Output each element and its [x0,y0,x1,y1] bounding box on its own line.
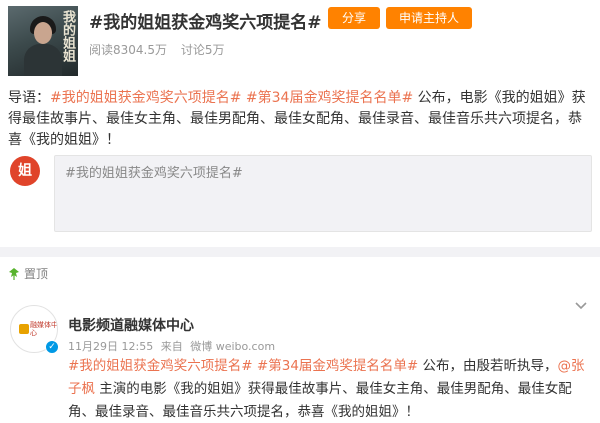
cover-body [24,44,62,76]
post-text-2: 主演的电影《我的姐姐》获得最佳故事片、最佳女主角、最佳男配角、最佳女配角、最佳录… [68,381,572,420]
author-name[interactable]: 电影频道融媒体中心 [68,315,194,335]
post-input-text: #我的姐姐获金鸡奖六项提名# [65,166,243,181]
post-source-prefix: 来自 [160,340,183,353]
cover-face [34,22,52,44]
topic-cover-image: 我的姐姐 [8,6,78,76]
logo-mark [19,324,29,334]
guide-prefix: 导语： [8,90,50,106]
post-input[interactable]: #我的姐姐获金鸡奖六项提名# [54,155,592,232]
verified-icon: ✓ [45,340,59,354]
avatar-logo-text: 融媒体中心 [30,321,58,337]
guide-hashtag-link[interactable]: #我的姐姐获金鸡奖六项提名# [50,90,241,106]
read-count: 阅读8304.5万 [89,43,167,57]
section-divider [0,247,600,257]
post-text-1: 公布，由殷若昕执导， [422,358,558,374]
post-body: #我的姐姐获金鸡奖六项提名# #第34届金鸡奖提名名单# 公布，由殷若昕执导，@… [68,355,592,423]
pinned-label: 置顶 [24,267,49,281]
guide-hashtag-link-2[interactable]: #第34届金鸡奖提名名单# [246,90,413,106]
discussion-count: 讨论5万 [180,43,225,57]
post-hashtag-link[interactable]: #我的姐姐获金鸡奖六项提名# [68,358,253,374]
topic-stats: 阅读8304.5万 讨论5万 [89,41,234,58]
pinned-indicator: 置顶 [8,265,48,282]
cover-title-text: 我的姐姐 [60,10,75,62]
post-hashtag-link-2[interactable]: #第34届金鸡奖提名名单# [257,358,418,374]
post-meta: 11月29日 12:55 来自 微博 weibo.com [68,338,279,354]
apply-host-button[interactable]: 申请主持人 [386,7,472,29]
pin-icon [9,268,19,280]
share-button[interactable]: 分享 [328,7,380,29]
topic-title: #我的姐姐获金鸡奖六项提名# [89,13,322,33]
topic-header: 我的姐姐 #我的姐姐获金鸡奖六项提名# 分享 申请主持人 阅读8304.5万 讨… [0,0,600,90]
post-time[interactable]: 11月29日 12:55 [68,340,153,353]
user-avatar[interactable]: 姐 [10,156,40,186]
topic-guide: 导语：#我的姐姐获金鸡奖六项提名# #第34届金鸡奖提名名单# 公布，电影《我的… [8,88,592,151]
chevron-down-icon[interactable] [575,302,587,310]
post-source[interactable]: 微博 weibo.com [190,340,275,353]
